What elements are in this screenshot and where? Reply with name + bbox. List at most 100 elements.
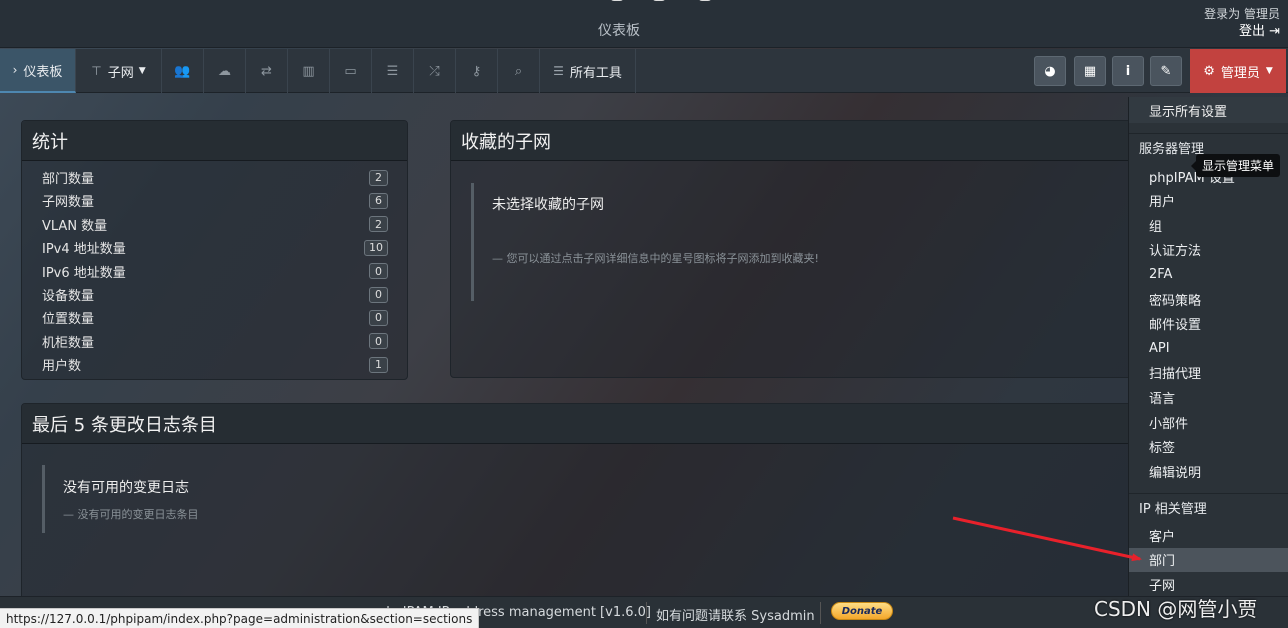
stat-label: IPv4 地址数量 [42,242,126,258]
main-navbar: › 仪表板 ⊤ 子网 ▼ 👥 ☁ ⇄ ▥ ▭ ☰ ⤮ ⚷ ⌕ ☰ 所有工具 ◕ … [0,49,1288,93]
stat-label: VLAN 数量 [42,218,108,234]
stat-label: 设备数量 [42,289,95,304]
th-large-icon: ▦ [1083,63,1097,79]
admin-menu-item[interactable]: 扫描代理 [1129,361,1288,385]
top-header: 仪表板 登录为 管理员 登出 ⇥ [0,0,1288,48]
footer-contact-link[interactable]: 如有问题请联系 Sysadmin [656,605,815,624]
login-label: 登录为 [1204,7,1241,21]
info-button[interactable]: i [1112,56,1144,86]
sitemap-icon: ⊤ [91,64,102,78]
admin-menu-item[interactable]: 小部件 [1129,410,1288,434]
nav-subnets-label: 子网 [107,65,134,81]
admin-menu-item[interactable]: 组 [1129,213,1288,237]
stat-row: IPv6 地址数量 0 [42,260,388,283]
stat-count-badge: 0 [369,309,388,326]
show-all-settings-item[interactable]: 显示所有设置 [1129,97,1288,123]
donate-button[interactable]: Donate [831,602,893,620]
changelog-panel: 最后 5 条更改日志条目 没有可用的变更日志 — 没有可用的变更日志条目 [21,403,1150,603]
nav-random[interactable]: ⤮ [414,49,456,93]
nav-all-tools-label: 所有工具 [569,65,622,81]
stat-label: 机柜数量 [42,335,95,351]
stat-count-badge: 2 [369,169,388,186]
stats-title: 统计 [22,121,407,161]
stat-row: IPv4 地址数量 10 [42,236,388,259]
chevron-right-icon: › [12,63,18,77]
favourite-empty-title: 未选择收藏的子网 [492,197,604,213]
admin-menu-item[interactable]: 编辑说明 [1129,459,1288,483]
ip-management-header: IP 相关管理 [1129,493,1288,521]
tools-button[interactable]: ✎ [1150,56,1182,86]
nav-cloud[interactable]: ☁ [204,49,246,93]
widgets-button[interactable]: ▦ [1074,56,1106,86]
admin-menu-label: 管理员 [1220,65,1260,81]
nav-nat[interactable]: ⇄ [246,49,288,93]
admin-menu-item[interactable]: 邮件设置 [1129,312,1288,336]
stat-label: 用户数 [42,359,82,375]
admin-menu-tooltip: 显示管理菜单 [1190,154,1281,177]
favourite-empty-hint: — 您可以通过点击子网详细信息中的星号图标将子网添加到收藏夹! [492,252,819,265]
stat-count-badge: 0 [369,333,388,350]
page-subtitle: 仪表板 [598,23,640,39]
footer-divider [646,602,647,624]
nav-subnets[interactable]: ⊤ 子网 ▼ [76,49,162,93]
admin-menu-item[interactable]: API [1129,336,1288,360]
stat-count-badge: 2 [369,216,388,233]
nav-dashboard-label: 仪表板 [23,64,63,80]
admin-menu-item[interactable]: 认证方法 [1129,238,1288,262]
changelog-empty-hint: — 没有可用的变更日志条目 [63,508,199,521]
stat-label: IPv6 地址数量 [42,265,126,281]
admin-menu-item[interactable]: 客户 [1129,523,1288,547]
changelog-empty-note: 没有可用的变更日志 — 没有可用的变更日志条目 [42,465,199,533]
cloud-icon: ☁ [218,63,231,79]
list-icon: ☰ [553,64,564,78]
stat-count-badge: 1 [369,356,388,373]
nav-dashboard[interactable]: › 仪表板 [0,49,76,93]
favourite-empty-note: 未选择收藏的子网 — 您可以通过点击子网详细信息中的星号图标将子网添加到收藏夹! [471,183,819,301]
wrench-icon: ✎ [1160,63,1172,79]
map-icon: ▥ [302,63,315,79]
header-logo-fragment [610,0,720,4]
info-icon: i [1125,63,1131,79]
admin-menu-button[interactable]: ⚙ 管理员 ▼ [1190,49,1286,93]
admin-menu-item[interactable]: 标签 [1129,435,1288,459]
stat-row: 位置数量 0 [42,306,388,329]
gauge-icon: ◕ [1044,63,1056,79]
admin-menu-item[interactable]: 2FA [1129,262,1288,286]
nav-key[interactable]: ⚷ [456,49,498,93]
logout-link[interactable]: 登出 ⇥ [1204,23,1280,40]
user-info: 登录为 管理员 登出 ⇥ [1204,6,1280,40]
list-icon: ☰ [386,63,399,79]
random-icon: ⤮ [429,63,440,79]
stat-label: 部门数量 [42,172,95,187]
nav-search[interactable]: ⌕ [498,49,540,93]
user-name[interactable]: 管理员 [1244,7,1280,21]
footer-divider [820,602,821,624]
admin-menu-item[interactable]: 用户 [1129,189,1288,213]
stat-count-badge: 0 [369,286,388,303]
nav-devices[interactable]: ▭ [330,49,372,93]
gear-icon: ⚙ [1203,63,1215,79]
nav-list[interactable]: ☰ [372,49,414,93]
admin-menu-item[interactable]: 语言 [1129,385,1288,409]
stat-row: 机柜数量 0 [42,330,388,353]
csdn-watermark: CSDN @网管小贾 [1094,597,1258,621]
search-icon: ⌕ [514,63,523,79]
admin-menu-item[interactable]: 密码策略 [1129,287,1288,311]
stat-count-badge: 6 [369,192,388,209]
exchange-icon: ⇄ [261,63,272,79]
caret-down-icon: ▼ [138,66,146,76]
nav-all-tools[interactable]: ☰ 所有工具 [540,49,636,93]
desktop-icon: ▭ [344,63,357,79]
favourite-subnets-panel: 收藏的子网 未选择收藏的子网 — 您可以通过点击子网详细信息中的星号图标将子网添… [450,120,1150,378]
stat-row: 部门数量 2 [42,166,388,189]
admin-menu-item[interactable]: 部门 [1129,547,1288,572]
dashboard-button[interactable]: ◕ [1034,56,1066,86]
caret-down-icon: ▼ [1265,66,1273,76]
users-icon: 👥 [174,63,191,79]
browser-status-url: https://127.0.0.1/phpipam/index.php?page… [0,608,480,628]
favourite-subnets-title: 收藏的子网 [451,121,1149,161]
nav-groups[interactable]: 👥 [162,49,204,93]
stat-count-badge: 10 [364,239,388,256]
changelog-title: 最后 5 条更改日志条目 [22,404,1149,444]
nav-map[interactable]: ▥ [288,49,330,93]
